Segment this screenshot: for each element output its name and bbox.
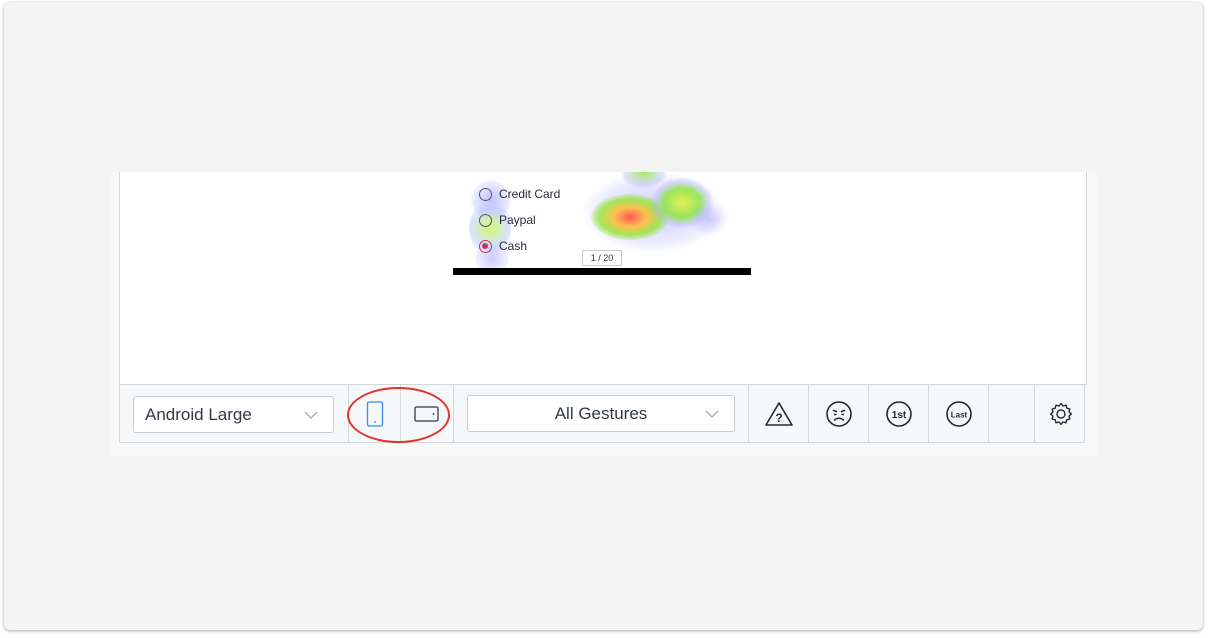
first-session-icon: 1st: [885, 401, 912, 427]
gear-icon: [1049, 402, 1072, 426]
option-label: Paypal: [499, 213, 536, 227]
last-session-filter-button[interactable]: Last: [929, 385, 989, 443]
heatmap-canvas: Credit Card Paypal Cash 1 / 20: [119, 172, 1087, 385]
gesture-select-value: All Gestures: [554, 403, 648, 423]
option-cash: Cash: [479, 239, 527, 253]
device-select-cell: Android Large: [120, 385, 349, 443]
svg-text:?: ?: [775, 411, 782, 425]
gesture-select-cell: All Gestures: [454, 385, 749, 443]
option-paypal: Paypal: [479, 213, 536, 227]
option-label: Cash: [499, 239, 528, 253]
last-session-icon: Last: [945, 401, 972, 427]
svg-text:Last: Last: [950, 411, 967, 420]
radio-checked-icon: [479, 239, 492, 253]
settings-button[interactable]: [1035, 385, 1086, 443]
first-session-filter-button[interactable]: 1st: [869, 385, 929, 443]
option-credit-card: Credit Card: [479, 187, 560, 201]
preview-bottom-bar: [453, 268, 751, 275]
orientation-highlight-ring: [347, 387, 450, 443]
option-label: Credit Card: [499, 187, 561, 201]
heatmap-panel: Credit Card Paypal Cash 1 / 20 Android L…: [111, 172, 1097, 456]
radio-unchecked-icon: [479, 213, 492, 227]
heat-blob: [689, 202, 729, 236]
device-select[interactable]: Android Large: [133, 396, 334, 433]
heatmap-toolbar: Android Large All Gestures ? 1st Last: [119, 385, 1085, 443]
radio-unchecked-icon: [479, 187, 492, 201]
toolbar-spacer: [989, 385, 1035, 443]
warning-triangle-icon: ?: [764, 402, 793, 426]
chevron-down-icon: [705, 410, 719, 418]
page-counter: 1 / 20: [582, 250, 622, 266]
device-select-value: Android Large: [145, 404, 252, 424]
frustration-filter-button[interactable]: [809, 385, 869, 443]
gesture-select[interactable]: All Gestures: [467, 395, 735, 432]
svg-text:1st: 1st: [891, 410, 906, 421]
screen-preview: Credit Card Paypal Cash 1 / 20: [453, 172, 751, 275]
error-filter-button[interactable]: ?: [749, 385, 809, 443]
frustrated-face-icon: [825, 401, 852, 427]
chevron-down-icon: [304, 411, 318, 419]
